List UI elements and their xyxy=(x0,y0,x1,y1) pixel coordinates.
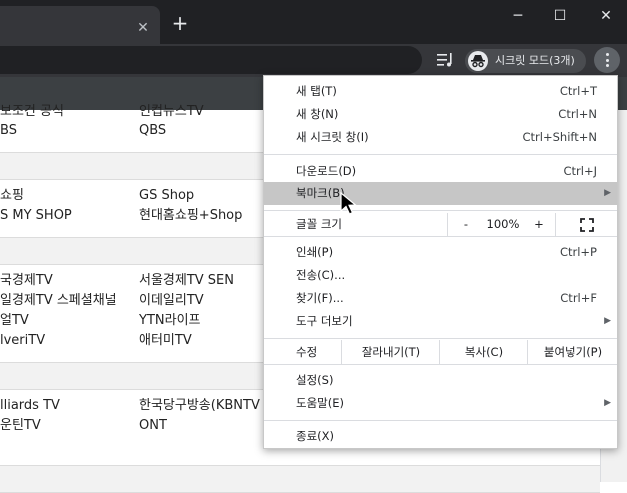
list-item[interactable]: BS xyxy=(0,123,17,139)
list-item[interactable]: 국경제TV xyxy=(0,273,53,289)
edit-label: 수정 xyxy=(296,345,318,359)
browser-toolbar: 시크릿 모드(3개) xyxy=(0,44,627,77)
copy-button[interactable]: 복사(C) xyxy=(439,340,528,364)
menu-item-exit[interactable]: 종료(X) xyxy=(264,425,617,448)
zoom-label: 글꼴 크기 xyxy=(296,217,342,231)
address-bar[interactable] xyxy=(0,46,422,74)
menu-item-help[interactable]: 도움말(E) ▶ xyxy=(264,392,617,415)
list-item[interactable]: 이데일리TV xyxy=(139,293,204,309)
list-item[interactable]: 현대홈쇼핑+Shop xyxy=(139,208,242,224)
list-item[interactable]: 애터미TV xyxy=(139,333,192,349)
zoom-level: 100% xyxy=(486,217,520,231)
maximize-button[interactable]: ☐ xyxy=(548,6,572,26)
submenu-arrow-icon: ▶ xyxy=(604,398,611,408)
menu-item-new-tab[interactable]: 새 탭(T) Ctrl+T xyxy=(264,80,617,103)
incognito-label: 시크릿 모드(3개) xyxy=(495,54,575,67)
menu-item-find[interactable]: 찾기(F)... Ctrl+F xyxy=(264,287,617,310)
menu-item-more-tools[interactable]: 도구 더보기 ▶ xyxy=(264,310,617,333)
incognito-icon xyxy=(468,51,488,71)
list-item[interactable]: S MY SHOP xyxy=(0,208,72,224)
edit-row: 수정 잘라내기(T) 복사(C) 붙여넣기(P) xyxy=(264,340,617,364)
list-item[interactable]: 보조건 공식 xyxy=(0,104,64,120)
list-item[interactable]: 쇼핑 xyxy=(0,188,24,204)
section-divider xyxy=(0,465,600,493)
zoom-out-button[interactable]: - xyxy=(447,213,484,236)
menu-item-new-window[interactable]: 새 창(N) Ctrl+N xyxy=(264,103,617,126)
list-item[interactable]: YTN라이프 xyxy=(139,313,201,329)
menu-item-cast[interactable]: 전송(C)... xyxy=(264,264,617,287)
reading-list-icon[interactable] xyxy=(436,52,454,68)
menu-item-settings[interactable]: 설정(S) xyxy=(264,369,617,392)
menu-divider xyxy=(264,338,617,339)
menu-divider xyxy=(264,210,617,211)
incognito-indicator[interactable]: 시크릿 모드(3개) xyxy=(465,49,586,73)
submenu-arrow-icon: ▶ xyxy=(604,188,611,198)
minimize-button[interactable]: ─ xyxy=(506,6,530,26)
menu-item-downloads[interactable]: 다운로드(D) Ctrl+J xyxy=(264,160,617,183)
fullscreen-icon[interactable] xyxy=(555,213,618,236)
active-tab[interactable]: ✕ xyxy=(0,6,160,44)
browser-main-menu: 새 탭(T) Ctrl+T 새 창(N) Ctrl+N 새 시크릿 창(I) C… xyxy=(263,75,618,449)
menu-item-bookmarks[interactable]: 북마크(B) ▶ xyxy=(264,182,617,205)
list-item[interactable]: 한국당구방송(KBNTV xyxy=(139,398,260,414)
list-item[interactable]: 얼TV xyxy=(0,313,29,329)
cut-button[interactable]: 잘라내기(T) xyxy=(341,340,440,364)
zoom-in-button[interactable]: + xyxy=(523,213,555,236)
paste-button[interactable]: 붙여넣기(P) xyxy=(527,340,618,364)
new-tab-button[interactable]: + xyxy=(170,13,190,33)
list-item[interactable]: 운틴TV xyxy=(0,418,41,434)
menu-item-print[interactable]: 인쇄(P) Ctrl+P xyxy=(264,241,617,264)
menu-divider xyxy=(264,236,617,237)
menu-divider xyxy=(264,154,617,155)
tab-strip: ✕ + ─ ☐ ✕ xyxy=(0,0,627,44)
menu-divider xyxy=(264,420,617,421)
list-item[interactable]: 인컵뉴스TV xyxy=(139,104,204,120)
list-item[interactable]: QBS xyxy=(139,123,166,139)
window-close-button[interactable]: ✕ xyxy=(594,6,618,26)
list-item[interactable]: lliards TV xyxy=(0,398,60,414)
menu-item-new-incognito[interactable]: 새 시크릿 창(I) Ctrl+Shift+N xyxy=(264,126,617,149)
list-item[interactable]: ONT xyxy=(139,418,167,434)
mouse-cursor-icon xyxy=(340,191,358,215)
list-item[interactable]: 일경제TV 스페셜채널 xyxy=(0,293,117,309)
close-tab-icon[interactable]: ✕ xyxy=(136,21,150,35)
list-item[interactable]: 서울경제TV SEN xyxy=(139,273,234,289)
more-menu-icon[interactable] xyxy=(594,47,620,73)
zoom-row: 글꼴 크기 - 100% + xyxy=(264,213,617,236)
list-item[interactable]: GS Shop xyxy=(139,188,194,204)
submenu-arrow-icon: ▶ xyxy=(604,316,611,326)
menu-divider xyxy=(264,364,617,365)
list-item[interactable]: lveriTV xyxy=(0,333,45,349)
